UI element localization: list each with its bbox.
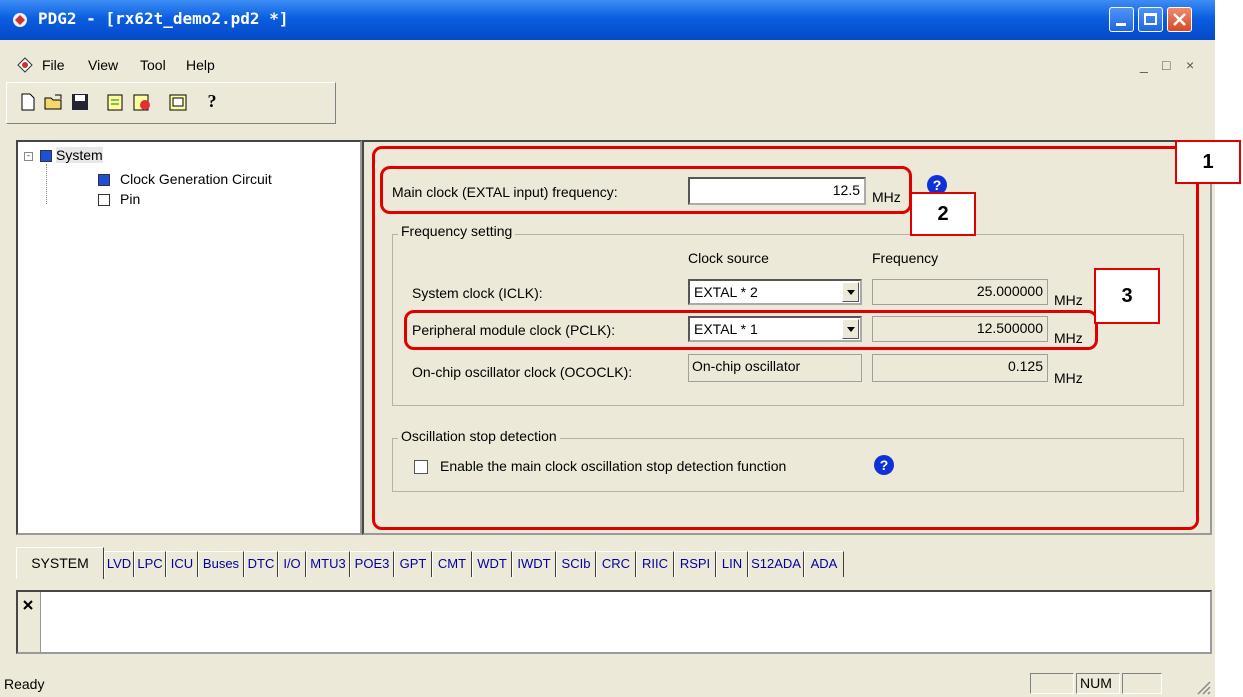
status-num: NUM — [1076, 673, 1120, 694]
tab-cmt[interactable]: CMT — [432, 551, 472, 577]
tab-dtc[interactable]: DTC — [244, 551, 278, 577]
close-button[interactable] — [1167, 7, 1192, 32]
window-title: PDG2 - [rx62t_demo2.pd2 *] — [38, 9, 289, 28]
help-icon[interactable]: ? — [201, 91, 223, 113]
tab-crc[interactable]: CRC — [596, 551, 636, 577]
clock-node-icon — [98, 174, 110, 186]
close-icon[interactable] — [23, 600, 33, 610]
maximize-button[interactable] — [1138, 7, 1163, 32]
status-bar: Ready NUM — [0, 670, 1215, 697]
tree-item-system[interactable]: System — [56, 147, 103, 163]
status-cell-empty-2 — [1122, 673, 1162, 694]
check-icon[interactable] — [131, 91, 153, 113]
collapse-icon[interactable]: - — [24, 152, 33, 161]
tab-iwdt[interactable]: IWDT — [512, 551, 556, 577]
menu-bar: File View Tool Help _ □ × — [0, 54, 1215, 76]
status-text: Ready — [4, 676, 45, 692]
mdi-minimize-button[interactable]: _ — [1140, 57, 1148, 73]
tab-scib[interactable]: SCIb — [556, 551, 596, 577]
tab-wdt[interactable]: WDT — [472, 551, 512, 577]
tab-mtu3[interactable]: MTU3 — [306, 551, 350, 577]
tab-ada[interactable]: ADA — [804, 551, 844, 577]
pin-node-icon — [98, 194, 110, 206]
tab-strip: SYSTEM LVD LPC ICU Buses DTC I/O MTU3 PO… — [16, 545, 1212, 581]
tree-line — [46, 164, 48, 204]
mdi-close-button[interactable]: × — [1186, 57, 1194, 73]
tab-icu[interactable]: ICU — [166, 551, 198, 577]
status-cell-empty — [1030, 673, 1074, 694]
tab-lpc[interactable]: LPC — [134, 551, 166, 577]
annotation-label-3: 3 — [1094, 268, 1160, 324]
tree-item-pin[interactable]: Pin — [120, 191, 140, 207]
minimize-button[interactable] — [1109, 7, 1134, 32]
close-icon — [1173, 13, 1186, 26]
report-icon[interactable] — [167, 91, 189, 113]
tab-gpt[interactable]: GPT — [394, 551, 432, 577]
tab-lin[interactable]: LIN — [716, 551, 748, 577]
tab-poe3[interactable]: POE3 — [350, 551, 394, 577]
annotation-box-3 — [404, 310, 1098, 350]
resize-grip-icon[interactable] — [1196, 680, 1212, 696]
generate-icon[interactable] — [105, 91, 127, 113]
tab-s12ada[interactable]: S12ADA — [748, 551, 804, 577]
tab-buses[interactable]: Buses — [198, 551, 244, 577]
new-file-icon[interactable] — [17, 91, 39, 113]
tab-lvd[interactable]: LVD — [104, 551, 134, 577]
tab-io[interactable]: I/O — [278, 551, 306, 577]
minimize-icon — [1116, 23, 1126, 26]
menu-file[interactable]: File — [42, 57, 65, 73]
output-dock-bar[interactable] — [18, 592, 41, 652]
menu-help[interactable]: Help — [186, 57, 215, 73]
annotation-label-1: 1 — [1175, 140, 1241, 184]
toolbar: ? — [6, 82, 336, 124]
menu-tool[interactable]: Tool — [140, 57, 166, 73]
tab-rspi[interactable]: RSPI — [674, 551, 716, 577]
document-system-icon[interactable] — [16, 56, 34, 74]
annotation-label-2: 2 — [910, 192, 976, 236]
tree-view[interactable]: - System Clock Generation Circuit Pin — [16, 140, 362, 535]
tab-riic[interactable]: RIIC — [636, 551, 674, 577]
tree-item-clock[interactable]: Clock Generation Circuit — [120, 171, 272, 187]
output-window[interactable] — [16, 590, 1212, 654]
tab-system[interactable]: SYSTEM — [16, 547, 104, 579]
app-icon[interactable] — [12, 12, 28, 28]
save-icon[interactable] — [69, 91, 91, 113]
menu-view[interactable]: View — [88, 57, 118, 73]
mdi-restore-button[interactable]: □ — [1162, 57, 1170, 73]
open-folder-icon[interactable] — [43, 91, 65, 113]
annotation-box-2 — [380, 166, 912, 214]
folder-node-icon — [40, 150, 52, 162]
title-bar[interactable]: PDG2 - [rx62t_demo2.pd2 *] — [0, 0, 1215, 40]
maximize-icon — [1144, 13, 1157, 25]
